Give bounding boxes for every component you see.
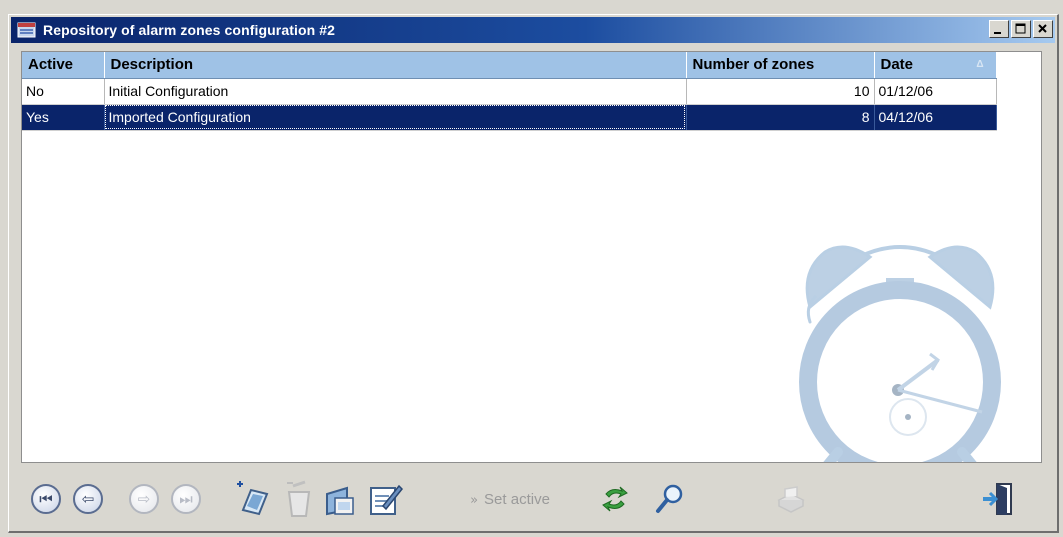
cell-active: No (22, 78, 105, 105)
next-record-button[interactable]: ⇨ (127, 479, 161, 519)
open-record-icon (326, 486, 354, 516)
exit-button[interactable] (977, 479, 1021, 519)
next-record-icon: ⇨ (129, 484, 159, 514)
add-record-icon (237, 481, 269, 516)
column-header-number-of-zones[interactable]: Number of zones (686, 52, 875, 79)
search-icon (656, 484, 683, 513)
alarm-zones-window: Repository of alarm zones configuration … (8, 14, 1059, 533)
configurations-table: Active Description Number of zones Date … (22, 52, 997, 131)
set-active-text: Set active (484, 490, 550, 508)
minimize-button[interactable] (989, 20, 1009, 38)
exit-door-icon (983, 483, 1012, 515)
cell-description: Initial Configuration (104, 78, 687, 105)
add-record-button[interactable] (231, 479, 275, 519)
previous-record-button[interactable]: ⇦ (71, 479, 105, 519)
cell-date: 01/12/06 (874, 78, 997, 105)
set-active-label: » Set active (470, 491, 550, 508)
maximize-button[interactable] (1011, 20, 1031, 38)
edit-record-button[interactable] (365, 479, 405, 519)
configurations-grid[interactable]: Active Description Number of zones Date … (21, 51, 1042, 463)
column-header-date-label: Date (880, 56, 914, 74)
first-record-icon: ⏮ (31, 484, 61, 514)
refresh-icon (602, 486, 628, 512)
last-record-icon: ⏭ (171, 484, 201, 514)
delete-record-button[interactable] (279, 479, 319, 519)
bottom-toolbar: ⏮ ⇦ ⇨ ⏭ » Set active (21, 469, 1042, 525)
column-header-date[interactable]: Date Δ (874, 52, 997, 79)
cell-active: Yes (22, 104, 105, 131)
column-header-active[interactable]: Active (22, 52, 105, 79)
table-row-selected[interactable]: Yes Imported Configuration 8 04/12/06 (22, 104, 997, 131)
open-record-button[interactable] (321, 479, 361, 519)
cell-date: 04/12/06 (874, 104, 997, 131)
close-button[interactable] (1033, 20, 1053, 38)
column-header-description[interactable]: Description (104, 52, 687, 79)
alarm-clock-icon (790, 202, 1010, 462)
set-active-button[interactable]: » Set active (455, 479, 565, 519)
cell-number-of-zones: 8 (686, 104, 875, 131)
title-bar[interactable]: Repository of alarm zones configuration … (11, 17, 1055, 43)
last-record-button[interactable]: ⏭ (169, 479, 203, 519)
cell-number-of-zones: 10 (686, 78, 875, 105)
window-title: Repository of alarm zones configuration … (43, 22, 336, 38)
search-button[interactable] (649, 479, 689, 519)
first-record-button[interactable]: ⏮ (29, 479, 63, 519)
double-chevron-right-icon: » (470, 492, 479, 508)
sort-ascending-icon: Δ (976, 59, 984, 70)
app-window-icon (17, 21, 37, 39)
cell-description: Imported Configuration (104, 104, 687, 131)
edit-record-icon (370, 484, 403, 515)
delete-record-icon (287, 480, 311, 517)
refresh-button[interactable] (595, 479, 635, 519)
window-controls (989, 20, 1053, 38)
table-row[interactable]: No Initial Configuration 10 01/12/06 (22, 78, 997, 105)
print-icon (777, 486, 805, 513)
previous-record-icon: ⇦ (73, 484, 103, 514)
print-button[interactable] (771, 479, 811, 519)
